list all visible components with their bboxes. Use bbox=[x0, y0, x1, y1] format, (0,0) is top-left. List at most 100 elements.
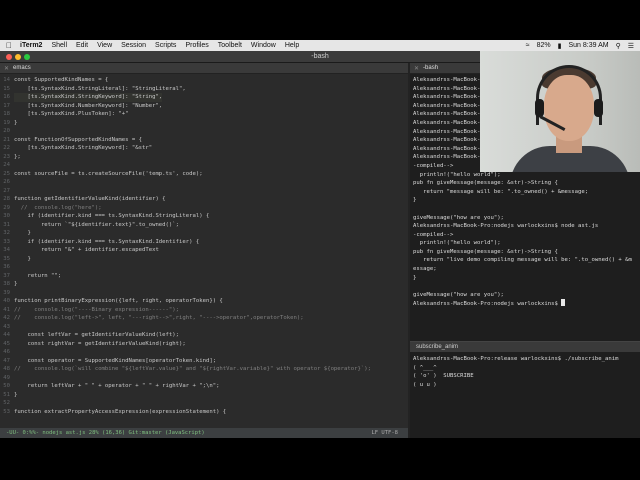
code-line[interactable]: 27 bbox=[0, 187, 408, 196]
code-line[interactable]: 40 function printBinaryExpression({left, … bbox=[0, 297, 408, 306]
terminal-line: ( u u ) bbox=[413, 381, 437, 388]
minimize-icon[interactable] bbox=[15, 54, 21, 60]
line-number: 35 bbox=[3, 255, 10, 262]
terminal-line: -compiled--> bbox=[413, 231, 454, 238]
code-line[interactable]: 41 // console.log("----Binary expression-… bbox=[0, 306, 408, 315]
line-number: 47 bbox=[3, 357, 10, 364]
code-text: [ts.SyntaxKind.StringKeyword]: "String", bbox=[14, 93, 163, 102]
code-line[interactable]: 44 const leftVar = getIdentifierValueKin… bbox=[0, 331, 408, 340]
code-line[interactable]: 36 bbox=[0, 263, 408, 272]
code-line[interactable]: 53 function extractPropertyAccessExpressi… bbox=[0, 408, 408, 417]
line-number: 33 bbox=[3, 238, 10, 245]
terminal-line: } bbox=[413, 274, 417, 281]
code-line[interactable]: 28 function getIdentifierValueKind(identi… bbox=[0, 195, 408, 204]
code-line[interactable]: 34 return "&" + identifier.escapedText bbox=[0, 246, 408, 255]
code-line[interactable]: 25 const sourceFile = ts.createSourceFile… bbox=[0, 170, 408, 179]
window-controls bbox=[6, 54, 30, 60]
code-line[interactable]: 43 bbox=[0, 323, 408, 332]
code-line[interactable]: 17 [ts.SyntaxKind.NumberKeyword]: "Numbe… bbox=[0, 102, 408, 111]
line-number: 27 bbox=[3, 187, 10, 194]
code-line[interactable]: 39 bbox=[0, 289, 408, 298]
close-icon[interactable] bbox=[6, 54, 12, 60]
terminal-line: essage; bbox=[413, 266, 437, 273]
code-line[interactable]: 31 return `"${identifier.text}".to_owned… bbox=[0, 221, 408, 230]
code-line[interactable]: 18 [ts.SyntaxKind.PlusToken]: "+" bbox=[0, 110, 408, 119]
lower-terminal-output[interactable]: Aleksandrss-MacBook-Pro:release warlockx… bbox=[410, 353, 640, 391]
menu-help[interactable]: Help bbox=[285, 42, 299, 49]
code-line[interactable]: 50 return leftVar + " " + operator + " "… bbox=[0, 382, 408, 391]
code-line[interactable]: 47 const operator = SupportedKindNames[o… bbox=[0, 357, 408, 366]
code-line[interactable]: 24 bbox=[0, 161, 408, 170]
maximize-icon[interactable] bbox=[24, 54, 30, 60]
line-number: 37 bbox=[3, 272, 10, 279]
terminal-line: pub fn giveMessage(message: &str)->Strin… bbox=[413, 248, 558, 255]
code-text: [ts.SyntaxKind.StringKeyword]: "&str" bbox=[14, 145, 153, 151]
menu-edit[interactable]: Edit bbox=[76, 42, 88, 49]
editor-tab[interactable]: ✕ emacs bbox=[0, 63, 408, 74]
menu-bar:  iTerm2 Shell Edit View Session Scripts… bbox=[0, 40, 640, 51]
code-line[interactable]: 46 bbox=[0, 348, 408, 357]
lower-terminal-tab[interactable]: subscribe_anim bbox=[410, 342, 640, 352]
code-line[interactable]: 22 [ts.SyntaxKind.StringKeyword]: "&str" bbox=[0, 144, 408, 153]
code-text: return ""; bbox=[14, 272, 62, 279]
code-line[interactable]: 48 // console.log(`will combine "${leftVa… bbox=[0, 365, 408, 374]
code-line[interactable]: 19} bbox=[0, 119, 408, 128]
menu-scripts[interactable]: Scripts bbox=[155, 42, 176, 49]
code-line[interactable]: 45 const rightVar = getIdentifierValueKi… bbox=[0, 340, 408, 349]
code-line[interactable]: 37 return ""; bbox=[0, 272, 408, 281]
apple-icon[interactable]:  bbox=[6, 41, 12, 50]
battery-percent[interactable]: 82% bbox=[537, 42, 551, 49]
code-text: if (identifier.kind === ts.SyntaxKind.St… bbox=[14, 213, 210, 219]
terminal-line: giveMessage("how are you"); bbox=[413, 214, 504, 221]
clock[interactable]: Sun 8:39 AM bbox=[568, 42, 608, 49]
menu-window[interactable]: Window bbox=[251, 42, 276, 49]
code-editor[interactable]: 14 const SupportedKindNames = {15 [ts.Syn… bbox=[0, 74, 408, 416]
line-number: 32 bbox=[3, 230, 10, 236]
code-text: } bbox=[14, 255, 31, 262]
menu-app-name[interactable]: iTerm2 bbox=[20, 42, 42, 49]
code-line[interactable]: 33 if (identifier.kind === ts.SyntaxKind… bbox=[0, 238, 408, 247]
code-line[interactable]: 51} bbox=[0, 391, 408, 400]
code-line[interactable]: 14 const SupportedKindNames = { bbox=[0, 76, 408, 85]
line-number: 19 bbox=[3, 119, 10, 126]
line-number: 50 bbox=[3, 383, 10, 389]
code-line[interactable]: 42 // console.log("left->", left, "---rig… bbox=[0, 314, 408, 323]
code-line[interactable]: 23}; bbox=[0, 153, 408, 162]
menu-list-icon[interactable]: ☰ bbox=[628, 42, 634, 50]
lower-terminal-tab-label: subscribe_anim bbox=[416, 344, 459, 350]
menu-toolbelt[interactable]: Toolbelt bbox=[218, 42, 242, 49]
menu-session[interactable]: Session bbox=[121, 42, 146, 49]
close-tab-icon[interactable]: ✕ bbox=[414, 65, 419, 72]
code-line[interactable]: 26 bbox=[0, 178, 408, 187]
menu-shell[interactable]: Shell bbox=[51, 42, 67, 49]
close-tab-icon[interactable]: ✕ bbox=[4, 65, 9, 72]
line-number: 31 bbox=[3, 221, 10, 228]
line-number: 40 bbox=[3, 298, 10, 304]
search-icon[interactable]: ⚲ bbox=[616, 42, 621, 50]
code-line[interactable]: 15 [ts.SyntaxKind.StringLiteral]: "Strin… bbox=[0, 85, 408, 94]
terminal-line: ( ^___^ bbox=[413, 364, 437, 371]
code-line[interactable]: 30 if (identifier.kind === ts.SyntaxKind… bbox=[0, 212, 408, 221]
line-number: 42 bbox=[3, 315, 10, 321]
line-number: 16 bbox=[3, 94, 10, 100]
menu-profiles[interactable]: Profiles bbox=[185, 42, 208, 49]
line-number: 51 bbox=[3, 391, 10, 398]
code-line[interactable]: 20 bbox=[0, 127, 408, 136]
code-text: [ts.SyntaxKind.NumberKeyword]: "Number", bbox=[14, 102, 163, 109]
code-line[interactable]: 29 // console.log("here"); bbox=[0, 204, 408, 213]
code-text: // console.log("here"); bbox=[14, 204, 102, 211]
window-title: -bash bbox=[311, 53, 329, 60]
code-line[interactable]: 52 bbox=[0, 399, 408, 408]
editor-pane[interactable]: ✕ emacs 14 const SupportedKindNames = {15… bbox=[0, 63, 408, 438]
terminal-line: ( 'o' ) SUBSCRIBE bbox=[413, 373, 474, 380]
battery-icon[interactable]: ▮ bbox=[558, 42, 562, 50]
wifi-icon[interactable]: ≈ bbox=[526, 42, 530, 49]
code-line[interactable]: 32 } bbox=[0, 229, 408, 238]
menu-view[interactable]: View bbox=[97, 42, 112, 49]
code-line[interactable]: 35 } bbox=[0, 255, 408, 264]
code-line[interactable]: 21 const FunctionOfSupportedKindNames = { bbox=[0, 136, 408, 145]
code-line[interactable]: 16 [ts.SyntaxKind.StringKeyword]: "Strin… bbox=[0, 93, 408, 102]
code-line[interactable]: 49 bbox=[0, 374, 408, 383]
code-line[interactable]: 38} bbox=[0, 280, 408, 289]
